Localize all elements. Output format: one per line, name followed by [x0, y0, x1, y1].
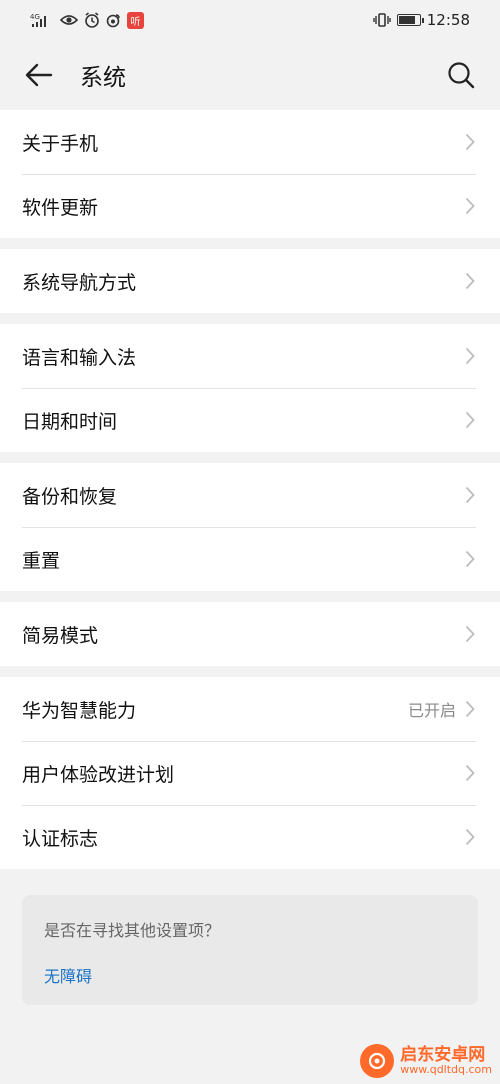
alarm-icon: [84, 12, 100, 28]
settings-item-about-phone[interactable]: 关于手机: [0, 110, 500, 174]
settings-item-navigation[interactable]: 系统导航方式: [0, 249, 500, 313]
settings-group: 关于手机 软件更新: [0, 110, 500, 238]
status-bar: 4G 听 12:58: [0, 0, 500, 40]
settings-item-software-update[interactable]: 软件更新: [0, 174, 500, 238]
settings-item-backup-restore[interactable]: 备份和恢复: [0, 463, 500, 527]
chevron-right-icon: [464, 699, 476, 719]
chevron-right-icon: [464, 763, 476, 783]
listen-app-icon: 听: [127, 11, 144, 29]
settings-item-simple-mode[interactable]: 简易模式: [0, 602, 500, 666]
chevron-right-icon: [464, 196, 476, 216]
svg-text:4G: 4G: [30, 13, 40, 21]
weibo-icon: [106, 13, 121, 28]
settings-item-user-experience[interactable]: 用户体验改进计划: [0, 741, 500, 805]
settings-item-certification[interactable]: 认证标志: [0, 805, 500, 869]
settings-group: 华为智慧能力 已开启 用户体验改进计划 认证标志: [0, 677, 500, 869]
settings-group: 语言和输入法 日期和时间: [0, 324, 500, 452]
search-icon: [448, 62, 475, 89]
eye-icon: [60, 13, 78, 27]
chevron-right-icon: [464, 132, 476, 152]
chevron-right-icon: [464, 485, 476, 505]
settings-item-label: 关于手机: [22, 132, 99, 155]
settings-item-label: 备份和恢复: [22, 485, 118, 508]
settings-item-label: 重置: [22, 549, 61, 572]
settings-group: 简易模式: [0, 602, 500, 666]
search-button[interactable]: [444, 58, 478, 92]
suggestion-question: 是否在寻找其他设置项？: [44, 921, 221, 940]
settings-item-label: 简易模式: [22, 624, 99, 647]
settings-item-date-time[interactable]: 日期和时间: [0, 388, 500, 452]
settings-list: 关于手机 软件更新 系统导航方式 语言和输入法 日期和时间 备份和恢复 重置 简…: [0, 110, 500, 869]
settings-item-language-input[interactable]: 语言和输入法: [0, 324, 500, 388]
settings-item-label: 语言和输入法: [22, 346, 137, 369]
chevron-right-icon: [464, 346, 476, 366]
chevron-right-icon: [464, 827, 476, 847]
watermark: 启东安卓网 www.qdltdq.com: [360, 1044, 492, 1078]
page-title: 系统: [80, 65, 126, 91]
settings-item-label: 认证标志: [22, 827, 99, 850]
signal-icon: 4G: [30, 12, 54, 28]
settings-group: 系统导航方式: [0, 249, 500, 313]
page-header: 系统: [0, 40, 500, 110]
settings-item-label: 系统导航方式: [22, 271, 137, 294]
settings-item-reset[interactable]: 重置: [0, 527, 500, 591]
clock: 12:58: [426, 11, 470, 29]
settings-group: 备份和恢复 重置: [0, 463, 500, 591]
settings-item-label: 用户体验改进计划: [22, 763, 175, 786]
settings-item-label: 软件更新: [22, 196, 99, 219]
back-button[interactable]: [22, 58, 56, 92]
settings-item-label: 日期和时间: [22, 410, 118, 433]
settings-item-huawei-smart[interactable]: 华为智慧能力 已开启: [0, 677, 500, 741]
battery-icon: [396, 14, 424, 26]
chevron-right-icon: [464, 549, 476, 569]
accessibility-link[interactable]: 无障碍: [44, 963, 456, 987]
vibrate-icon: [373, 12, 391, 28]
chevron-right-icon: [464, 410, 476, 430]
chevron-right-icon: [464, 624, 476, 644]
arrow-left-icon: [25, 63, 53, 87]
settings-item-label: 华为智慧能力: [22, 699, 137, 722]
status-value: 已开启: [407, 701, 456, 720]
watermark-url: www.qdltdq.com: [400, 1063, 492, 1076]
watermark-name: 启东安卓网: [400, 1045, 486, 1065]
watermark-logo-icon: [360, 1044, 395, 1078]
chevron-right-icon: [464, 271, 476, 291]
suggestion-card: 是否在寻找其他设置项？ 无障碍: [22, 895, 478, 1005]
